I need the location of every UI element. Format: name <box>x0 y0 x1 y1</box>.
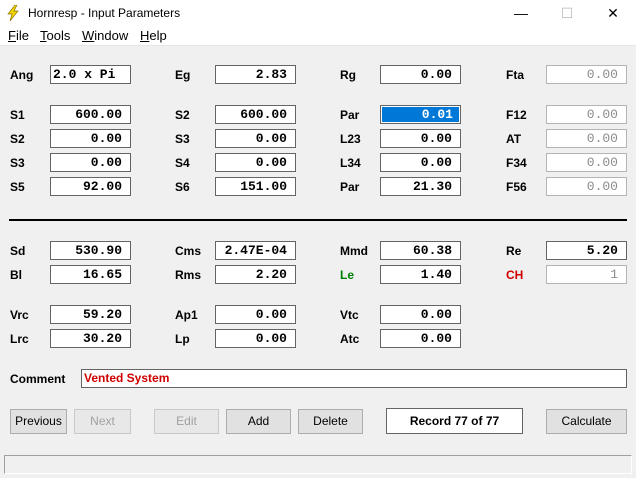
field-re[interactable]: 5.20 <box>546 241 627 260</box>
field-sd[interactable]: 530.90 <box>50 241 131 260</box>
label-s2: S2 <box>10 132 25 146</box>
field-s2b[interactable]: 600.00 <box>215 105 296 124</box>
field-l34[interactable]: 0.00 <box>380 153 461 172</box>
label-s5: S5 <box>10 180 25 194</box>
field-le[interactable]: 1.40 <box>380 265 461 284</box>
field-cms[interactable]: 2.47E-04 <box>215 241 296 260</box>
field-rms[interactable]: 2.20 <box>215 265 296 284</box>
next-button[interactable]: Next <box>74 409 131 434</box>
window-title: Hornresp - Input Parameters <box>28 6 181 20</box>
status-bar <box>4 455 632 474</box>
field-s6[interactable]: 151.00 <box>215 177 296 196</box>
field-s3[interactable]: 0.00 <box>50 153 131 172</box>
minimize-button[interactable]: — <box>498 0 544 27</box>
label-s3b: S3 <box>175 132 190 146</box>
field-s5[interactable]: 92.00 <box>50 177 131 196</box>
label-re: Re <box>506 244 522 258</box>
label-rms: Rms <box>175 268 202 282</box>
field-f12[interactable]: 0.00 <box>546 105 627 124</box>
label-bl: Bl <box>10 268 22 282</box>
label-fta: Fta <box>506 68 524 82</box>
field-ang[interactable]: 2.0 x Pi <box>50 65 131 84</box>
next-button-label: Next <box>90 414 115 428</box>
label-lp: Lp <box>175 332 190 346</box>
field-bl[interactable]: 16.65 <box>50 265 131 284</box>
label-at: AT <box>506 132 522 146</box>
field-par-selected-text: 0.01 <box>382 107 459 122</box>
comment-field[interactable]: Vented System <box>81 369 627 388</box>
field-at[interactable]: 0.00 <box>546 129 627 148</box>
label-s2b: S2 <box>175 108 190 122</box>
label-l34: L34 <box>340 156 361 170</box>
field-mmd[interactable]: 60.38 <box>380 241 461 260</box>
label-eg: Eg <box>175 68 191 82</box>
add-button-label: Add <box>247 414 270 428</box>
title-bar: Hornresp - Input Parameters — ☐ ✕ <box>0 0 636 27</box>
label-vtc: Vtc <box>340 308 359 322</box>
label-f34: F34 <box>506 156 527 170</box>
label-s3: S3 <box>10 156 25 170</box>
field-par2[interactable]: 21.30 <box>380 177 461 196</box>
field-f34[interactable]: 0.00 <box>546 153 627 172</box>
field-fta[interactable]: 0.00 <box>546 65 627 84</box>
field-atc[interactable]: 0.00 <box>380 329 461 348</box>
label-mmd: Mmd <box>340 244 368 258</box>
menu-file[interactable]: File <box>8 28 29 43</box>
close-button[interactable]: ✕ <box>590 0 636 27</box>
label-l23: L23 <box>340 132 361 146</box>
delete-button[interactable]: Delete <box>298 409 363 434</box>
lightning-app-icon <box>7 5 19 21</box>
field-lp[interactable]: 0.00 <box>215 329 296 348</box>
label-sd: Sd <box>10 244 26 258</box>
field-l23[interactable]: 0.00 <box>380 129 461 148</box>
label-cms: Cms <box>175 244 202 258</box>
label-lrc: Lrc <box>10 332 29 346</box>
comment-label: Comment <box>10 372 66 386</box>
field-f56[interactable]: 0.00 <box>546 177 627 196</box>
field-s2[interactable]: 0.00 <box>50 129 131 148</box>
calculate-button-label: Calculate <box>561 414 612 428</box>
label-ch: CH <box>506 268 524 282</box>
field-s1[interactable]: 600.00 <box>50 105 131 124</box>
label-s6: S6 <box>175 180 190 194</box>
menu-bar: File Tools Window Help <box>0 27 636 46</box>
label-f56: F56 <box>506 180 527 194</box>
record-indicator: Record 77 of 77 <box>386 408 523 434</box>
field-s4[interactable]: 0.00 <box>215 153 296 172</box>
field-s3b[interactable]: 0.00 <box>215 129 296 148</box>
maximize-button[interactable]: ☐ <box>544 0 590 27</box>
label-f12: F12 <box>506 108 527 122</box>
field-ap1[interactable]: 0.00 <box>215 305 296 324</box>
menu-tools[interactable]: Tools <box>40 28 70 43</box>
calculate-button[interactable]: Calculate <box>546 409 627 434</box>
field-vrc[interactable]: 59.20 <box>50 305 131 324</box>
field-par1[interactable]: 0.01 <box>380 105 461 124</box>
menu-help[interactable]: Help <box>140 28 167 43</box>
field-eg[interactable]: 2.83 <box>215 65 296 84</box>
menu-window[interactable]: Window <box>82 28 128 43</box>
previous-button[interactable]: Previous <box>10 409 67 434</box>
label-atc: Atc <box>340 332 360 346</box>
label-par1: Par <box>340 108 360 122</box>
field-vtc[interactable]: 0.00 <box>380 305 461 324</box>
edit-button[interactable]: Edit <box>154 409 219 434</box>
field-lrc[interactable]: 30.20 <box>50 329 131 348</box>
delete-button-label: Delete <box>313 414 348 428</box>
label-vrc: Vrc <box>10 308 29 322</box>
label-rg: Rg <box>340 68 356 82</box>
label-le: Le <box>340 268 355 282</box>
label-s1: S1 <box>10 108 25 122</box>
field-rg[interactable]: 0.00 <box>380 65 461 84</box>
field-ch[interactable]: 1 <box>546 265 627 284</box>
section-divider <box>9 219 627 221</box>
add-button[interactable]: Add <box>226 409 291 434</box>
label-ang: Ang <box>10 68 34 82</box>
previous-button-label: Previous <box>15 414 62 428</box>
label-s4: S4 <box>175 156 190 170</box>
label-ap1: Ap1 <box>175 308 198 322</box>
label-par2: Par <box>340 180 360 194</box>
edit-button-label: Edit <box>176 414 197 428</box>
